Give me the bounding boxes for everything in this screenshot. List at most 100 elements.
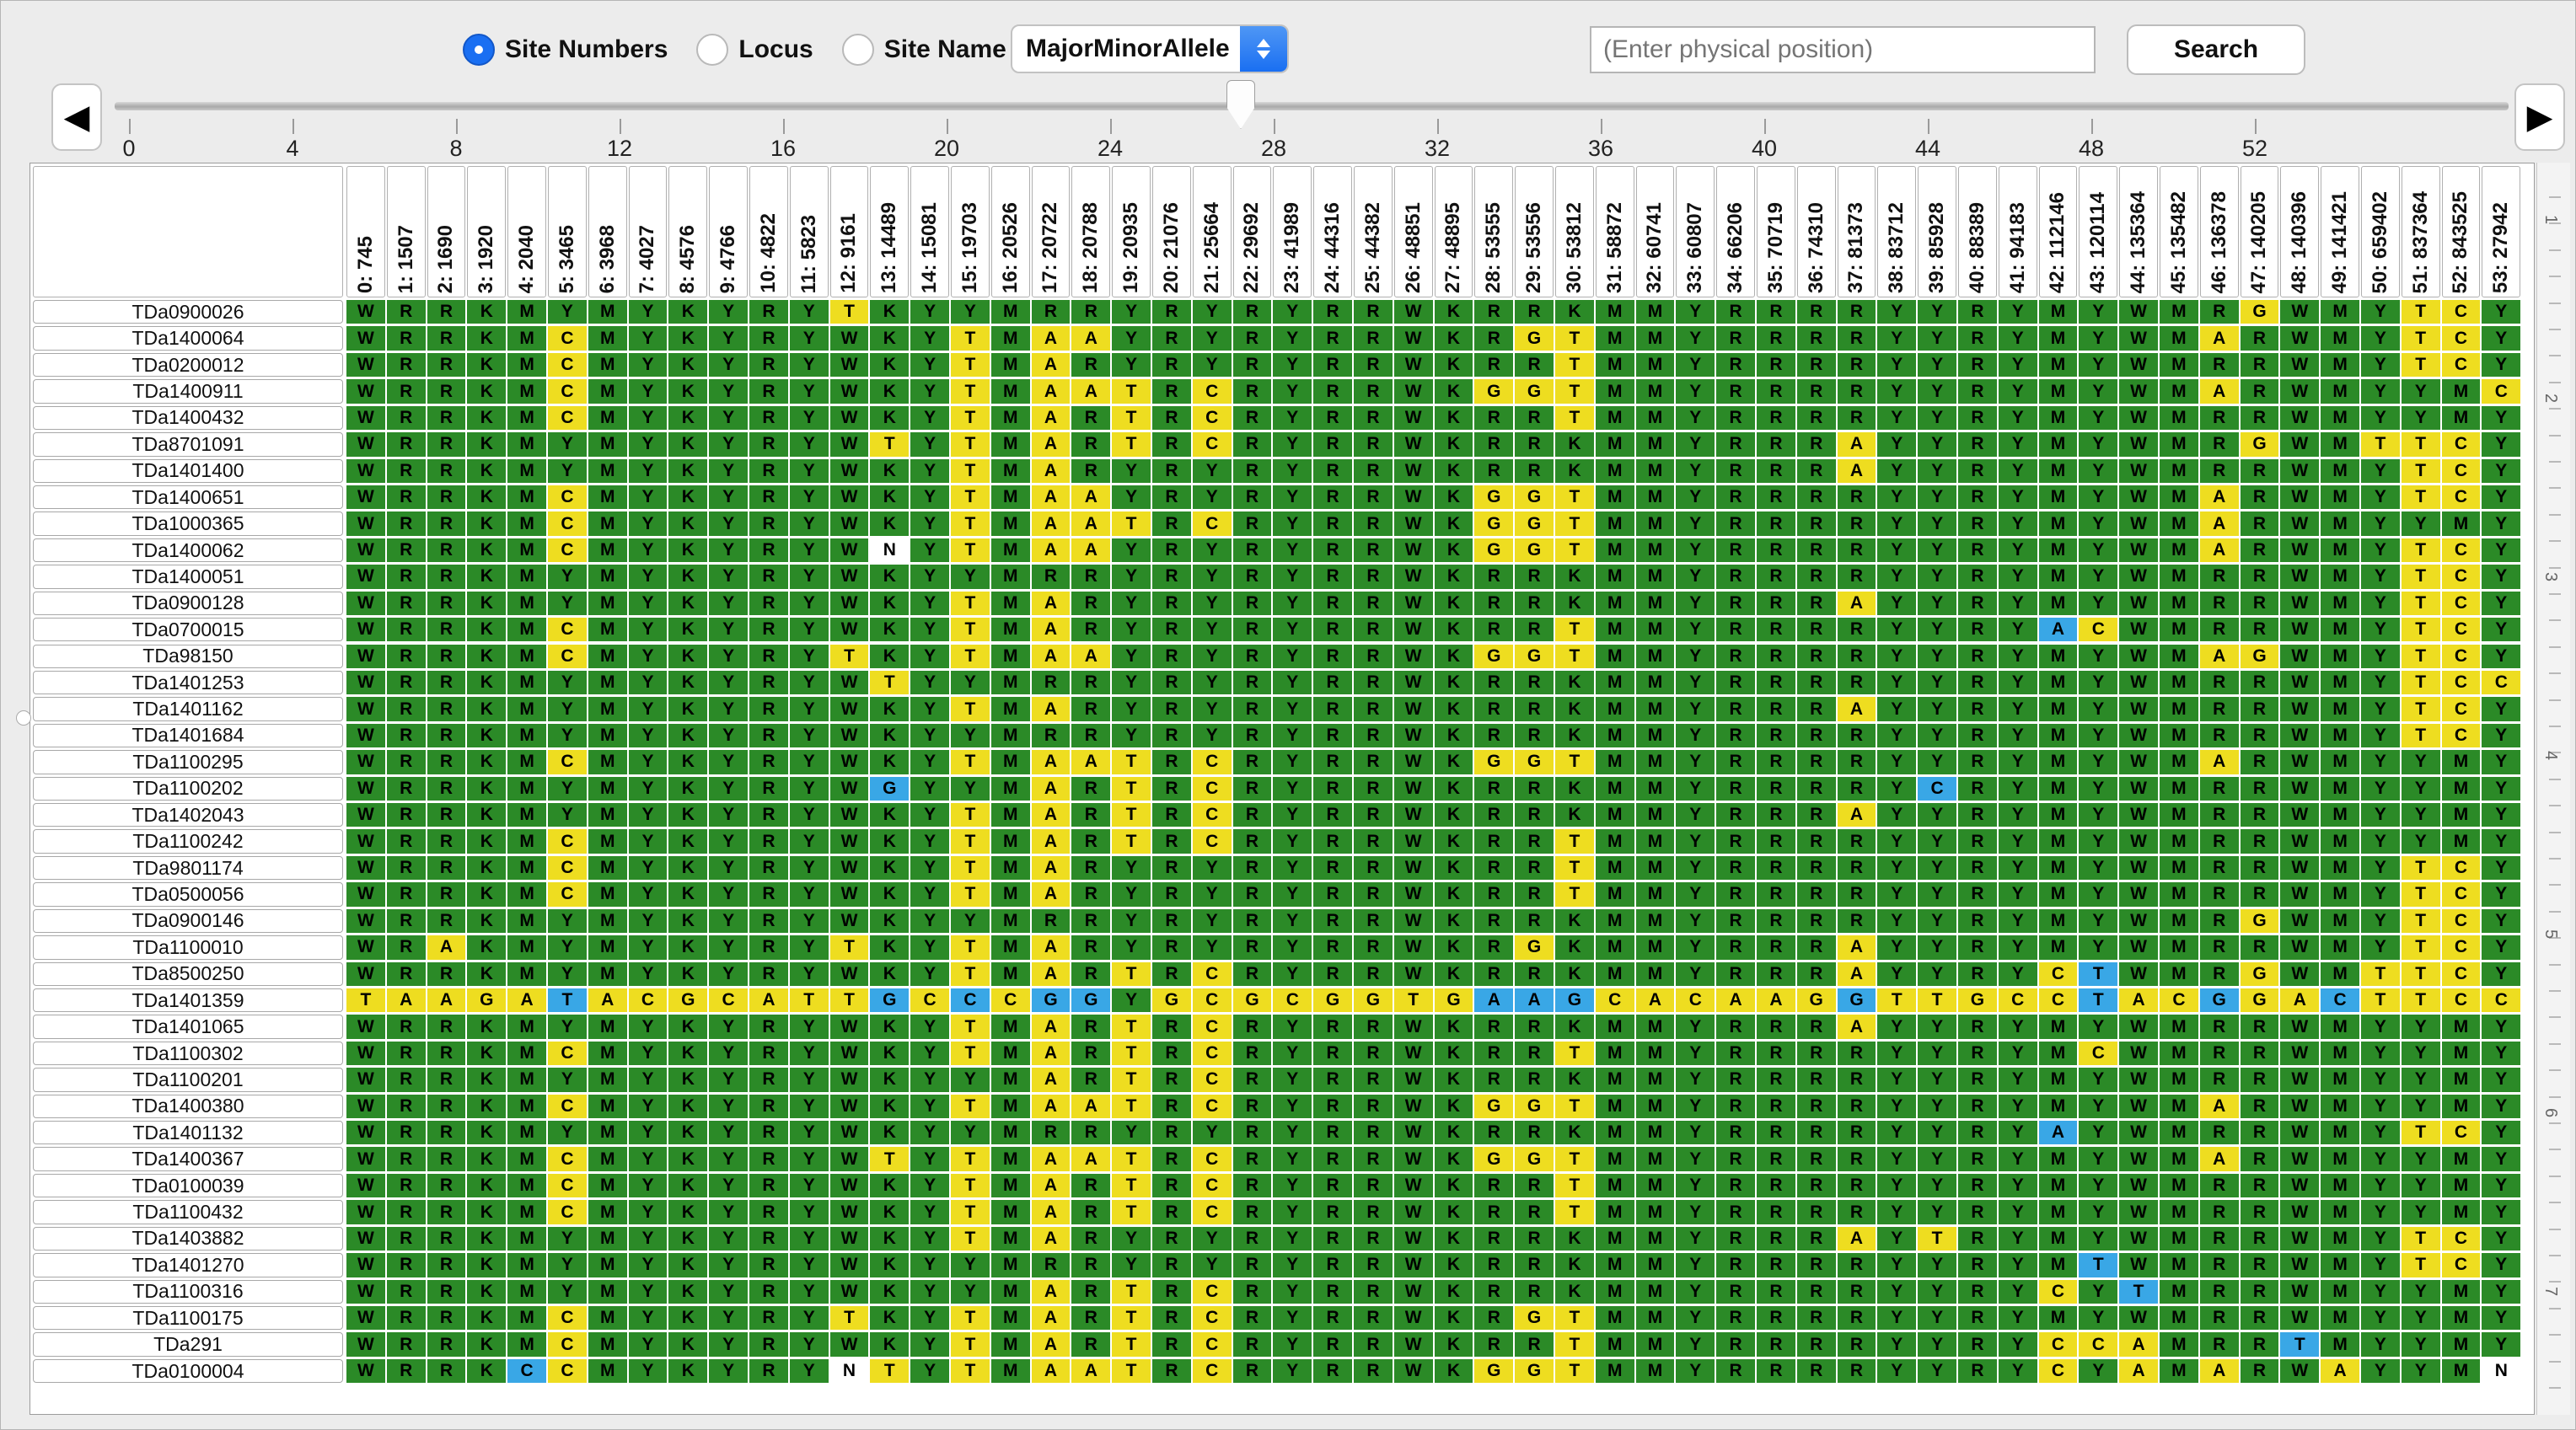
genotype-cell[interactable]: M <box>990 1279 1030 1304</box>
genotype-cell[interactable]: R <box>427 1332 466 1357</box>
genotype-cell[interactable]: M <box>2321 300 2359 324</box>
genotype-cell[interactable]: Y <box>548 458 587 483</box>
genotype-cell[interactable]: R <box>1313 591 1352 615</box>
genotype-cell[interactable]: A <box>2199 485 2239 510</box>
genotype-cell[interactable]: M <box>1595 432 1634 457</box>
genotype-cell[interactable]: M <box>2160 432 2198 457</box>
genotype-cell[interactable]: Y <box>1676 618 1715 642</box>
genotype-cell[interactable]: Y <box>1877 829 1917 854</box>
genotype-cell[interactable]: R <box>386 1041 426 1066</box>
genotype-cell[interactable]: M <box>2321 723 2359 748</box>
genotype-cell[interactable]: Y <box>1192 670 1232 695</box>
genotype-cell[interactable]: A <box>1837 432 1876 457</box>
genotype-cell[interactable]: Y <box>1676 458 1715 483</box>
genotype-cell[interactable]: Y <box>2361 1306 2400 1331</box>
genotype-cell[interactable]: M <box>1635 405 1675 431</box>
genotype-cell[interactable]: W <box>2280 803 2320 827</box>
genotype-cell[interactable]: Y <box>2482 485 2521 510</box>
genotype-cell[interactable]: Y <box>1998 565 2037 589</box>
genotype-cell[interactable]: M <box>1635 1147 1675 1171</box>
genotype-cell[interactable]: M <box>1635 300 1675 324</box>
genotype-cell[interactable]: M <box>2321 458 2359 483</box>
genotype-cell[interactable]: R <box>2240 1358 2279 1384</box>
genotype-cell[interactable]: M <box>1635 538 1675 563</box>
genotype-cell[interactable]: A <box>1837 935 1876 960</box>
genotype-cell[interactable]: R <box>386 1094 426 1118</box>
radio-site-name[interactable]: Site Name <box>841 34 1006 66</box>
genotype-cell[interactable]: Y <box>1273 458 1312 483</box>
genotype-cell[interactable]: T <box>2079 988 2118 1013</box>
genotype-cell[interactable]: Y <box>910 591 949 615</box>
genotype-cell[interactable]: T <box>1555 1306 1594 1331</box>
genotype-cell[interactable]: R <box>386 591 426 615</box>
taxon-row-label[interactable]: TDa1000365 <box>33 511 343 536</box>
genotype-cell[interactable]: R <box>1232 935 1272 960</box>
genotype-cell[interactable]: Y <box>910 908 949 934</box>
genotype-cell[interactable]: M <box>1635 618 1675 642</box>
genotype-cell[interactable]: R <box>2199 723 2239 748</box>
genotype-cell[interactable]: R <box>427 1253 466 1277</box>
genotype-cell[interactable]: M <box>588 1358 627 1384</box>
genotype-cell[interactable]: W <box>1393 1173 1433 1198</box>
genotype-cell[interactable]: M <box>588 432 627 457</box>
genotype-cell[interactable]: G <box>1515 750 1554 774</box>
genotype-cell[interactable]: R <box>1354 855 1393 881</box>
genotype-cell[interactable]: W <box>2119 908 2158 934</box>
genotype-cell[interactable]: Y <box>709 750 748 774</box>
genotype-cell[interactable]: W <box>829 618 869 642</box>
genotype-cell[interactable]: K <box>1434 935 1473 960</box>
genotype-cell[interactable]: R <box>386 1332 426 1357</box>
genotype-cell[interactable]: Y <box>548 1279 587 1304</box>
genotype-cell[interactable]: C <box>548 1358 587 1384</box>
genotype-cell[interactable]: Y <box>1918 379 1956 404</box>
genotype-cell[interactable]: K <box>668 776 708 801</box>
genotype-cell[interactable]: R <box>749 511 788 536</box>
genotype-cell[interactable]: M <box>2321 882 2359 907</box>
genotype-cell[interactable]: C <box>1595 988 1634 1013</box>
genotype-cell[interactable]: M <box>2321 538 2359 563</box>
genotype-cell[interactable]: K <box>870 405 910 431</box>
genotype-cell[interactable]: Y <box>709 1200 748 1224</box>
genotype-cell[interactable]: R <box>1515 1200 1554 1224</box>
genotype-cell[interactable]: R <box>749 1173 788 1198</box>
genotype-cell[interactable]: W <box>2280 776 2320 801</box>
genotype-cell[interactable]: R <box>427 379 466 404</box>
genotype-cell[interactable]: R <box>1515 776 1554 801</box>
site-header[interactable]: 11: 5823 <box>789 166 829 297</box>
genotype-cell[interactable]: C <box>2441 538 2481 563</box>
genotype-cell[interactable]: K <box>1434 670 1473 695</box>
genotype-cell[interactable]: W <box>2280 908 2320 934</box>
genotype-cell[interactable]: R <box>1474 1332 1514 1357</box>
genotype-cell[interactable]: R <box>2240 803 2279 827</box>
genotype-cell[interactable]: R <box>1958 326 1997 351</box>
genotype-cell[interactable]: Y <box>1112 1121 1151 1145</box>
genotype-cell[interactable]: R <box>1958 935 1997 960</box>
genotype-cell[interactable]: R <box>1313 1121 1352 1145</box>
genotype-cell[interactable]: M <box>588 961 627 986</box>
genotype-cell[interactable]: M <box>990 776 1030 801</box>
genotype-cell[interactable]: Y <box>1112 565 1151 589</box>
genotype-cell[interactable]: M <box>2038 1068 2078 1092</box>
genotype-cell[interactable]: R <box>1313 803 1352 827</box>
genotype-cell[interactable]: R <box>2199 670 2239 695</box>
genotype-cell[interactable]: Y <box>2482 326 2521 351</box>
genotype-cell[interactable]: Y <box>2361 1332 2400 1357</box>
genotype-cell[interactable]: R <box>386 1306 426 1331</box>
genotype-cell[interactable]: R <box>1232 750 1272 774</box>
genotype-cell[interactable]: W <box>1393 935 1433 960</box>
genotype-cell[interactable]: M <box>2038 1253 2078 1277</box>
genotype-cell[interactable]: M <box>507 300 546 324</box>
genotype-cell[interactable]: W <box>2119 803 2158 827</box>
genotype-cell[interactable]: C <box>2441 723 2481 748</box>
genotype-cell[interactable]: C <box>2441 326 2481 351</box>
genotype-cell[interactable]: K <box>467 326 507 351</box>
genotype-cell[interactable]: R <box>1515 803 1554 827</box>
genotype-cell[interactable]: T <box>2401 670 2440 695</box>
genotype-cell[interactable]: Y <box>1676 485 1715 510</box>
genotype-cell[interactable]: Y <box>628 538 668 563</box>
genotype-cell[interactable]: Y <box>789 1332 829 1357</box>
genotype-cell[interactable]: R <box>749 485 788 510</box>
genotype-cell[interactable]: Y <box>1998 670 2037 695</box>
genotype-cell[interactable]: T <box>1112 405 1151 431</box>
genotype-cell[interactable]: R <box>1313 1279 1352 1304</box>
